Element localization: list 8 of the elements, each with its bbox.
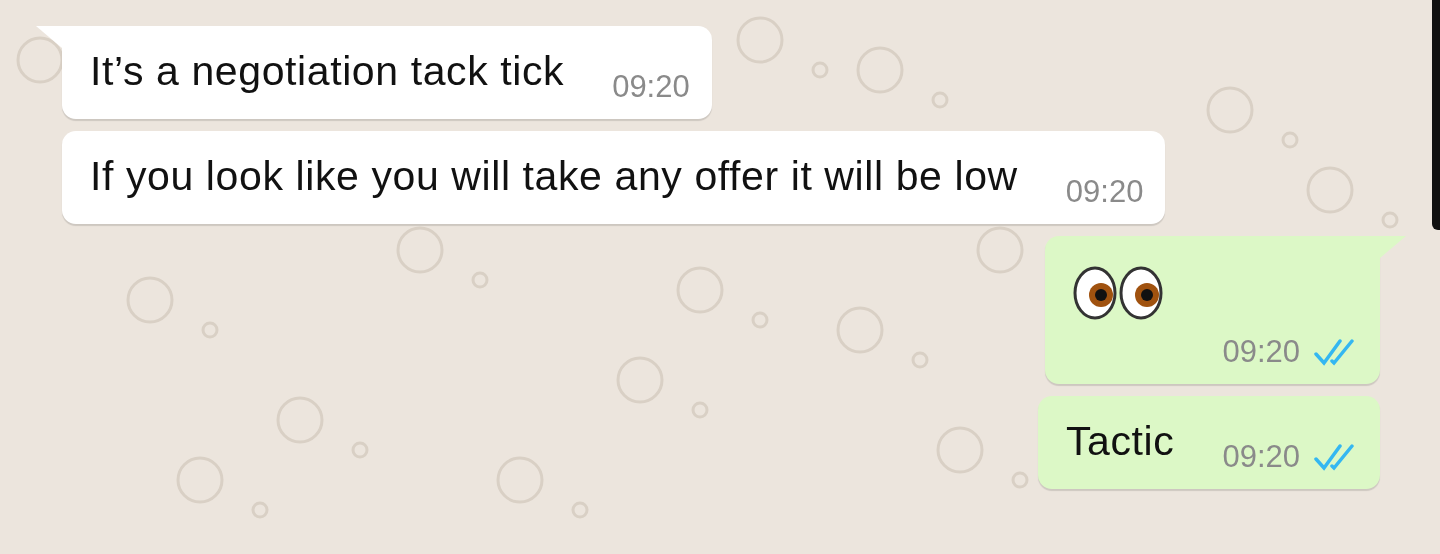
message-text: If you look like you will take any offer it will be low — [90, 153, 1018, 201]
eyes-emoji-icon — [1073, 266, 1165, 321]
message-time: 09:20 — [612, 69, 690, 106]
message-time: 09:20 — [1222, 439, 1300, 476]
message-text: Tactic — [1066, 418, 1175, 466]
message-time: 09:20 — [1065, 174, 1144, 211]
message-text: It’s a negotiation tack tick — [90, 48, 565, 96]
message-time: 09:20 — [1222, 334, 1300, 371]
